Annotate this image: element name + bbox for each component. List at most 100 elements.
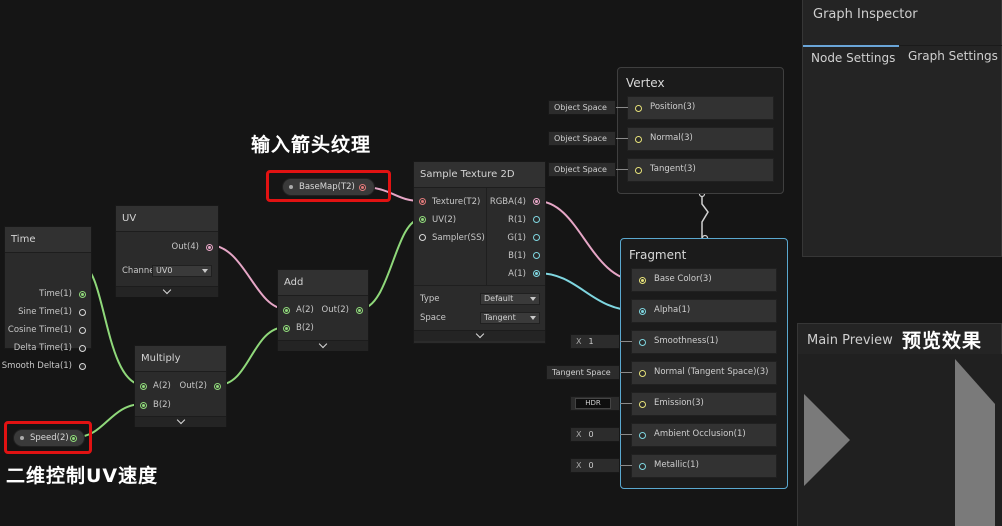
add-input-a-port[interactable] [283, 307, 290, 314]
normal-space-value-chip[interactable]: Tangent Space [546, 365, 620, 380]
alpha-input-port[interactable] [639, 308, 646, 315]
position-input-port[interactable] [635, 105, 642, 112]
sine-time-output-label: Sine Time(1) [18, 307, 72, 317]
uv-channel-label: Channe [122, 266, 155, 276]
tangent-input-port[interactable] [635, 167, 642, 174]
emission-input-port[interactable] [639, 401, 646, 408]
rgba-output-label: RGBA(4) [489, 197, 526, 207]
delta-time-output-port[interactable] [79, 345, 86, 352]
a-output-port[interactable] [533, 270, 540, 277]
wire-multiply-to-add-b [217, 326, 287, 386]
graph-inspector-panel[interactable]: Graph Inspector Node Settings Graph Sett… [802, 0, 1002, 257]
chevron-down-icon [318, 339, 328, 349]
fragment-metallic-block[interactable]: Metallic(1) [631, 454, 777, 478]
metallic-value-field[interactable]: X0 [570, 458, 620, 473]
smoothness-value-field[interactable]: X1 [570, 334, 620, 349]
metallic-input-port[interactable] [639, 463, 646, 470]
ao-input-port[interactable] [639, 432, 646, 439]
texture-input-port[interactable] [419, 198, 426, 205]
time-output-port[interactable] [79, 291, 86, 298]
fragment-ao-block[interactable]: Ambient Occlusion(1) [631, 423, 777, 447]
fragment-basecolor-block[interactable]: Base Color(3) [631, 268, 777, 292]
time-node[interactable]: Time Time(1) Sine Time(1) Cosine Time(1)… [2, 226, 92, 371]
normal-space-chip[interactable]: Object Space [548, 131, 616, 146]
normal-input-port[interactable] [635, 136, 642, 143]
fragment-alpha-block[interactable]: Alpha(1) [631, 299, 777, 323]
vertex-tangent-block[interactable]: Tangent(3) [627, 158, 774, 182]
add-expand-toggle[interactable] [278, 339, 368, 351]
add-node[interactable]: Add A(2) B(2) Out(2) [277, 269, 369, 351]
vertex-normal-block[interactable]: Normal(3) [627, 127, 774, 151]
b-output-label: B(1) [508, 251, 526, 261]
sample-texture-node[interactable]: Sample Texture 2D Texture(T2) UV(2) Samp… [413, 161, 546, 344]
type-dropdown[interactable]: Default [480, 293, 540, 305]
multiply-expand-toggle[interactable] [135, 415, 226, 427]
sampler-input-port[interactable] [419, 234, 426, 241]
uv-node[interactable]: UV Out(4) Channe UV0 [115, 205, 219, 297]
smooth-delta-output-port[interactable] [79, 363, 86, 370]
smoothness-label: Smoothness(1) [654, 336, 719, 346]
tab-node-settings[interactable]: Node Settings [803, 45, 899, 67]
vertex-title: Vertex [626, 76, 665, 90]
g-output-port[interactable] [533, 234, 540, 241]
add-output-port[interactable] [356, 307, 363, 314]
main-preview-panel[interactable]: Main Preview 预览效果 [797, 323, 1002, 526]
uv-input-port[interactable] [419, 216, 426, 223]
multiply-input-a-port[interactable] [140, 383, 147, 390]
cosine-time-output-port[interactable] [79, 327, 86, 334]
space-label: Space [420, 313, 446, 323]
uv-expand-toggle[interactable] [116, 285, 218, 297]
multiply-input-b-label: B(2) [153, 400, 171, 410]
fragment-emission-block[interactable]: Emission(3) [631, 392, 777, 416]
position-space-chip[interactable]: Object Space [548, 100, 616, 115]
normal-label: Normal(3) [650, 133, 693, 143]
b-output-port[interactable] [533, 252, 540, 259]
uv-channel-dropdown[interactable]: UV0 [152, 265, 212, 277]
basecolor-label: Base Color(3) [654, 274, 712, 284]
smoothness-x-label: X [576, 337, 582, 346]
fragment-smoothness-block[interactable]: Smoothness(1) [631, 330, 777, 354]
wire-vertex-to-fragment [701, 194, 709, 238]
uv-input-label: UV(2) [432, 215, 457, 225]
add-input-a-label: A(2) [296, 305, 314, 315]
time-node-title: Time [5, 227, 91, 253]
rgba-output-port[interactable] [533, 198, 540, 205]
metallic-label: Metallic(1) [654, 460, 699, 470]
ao-value-field[interactable]: X0 [570, 427, 620, 442]
speed-highlight-box [4, 421, 92, 454]
preview-viewport[interactable] [798, 354, 1002, 526]
fragment-normal-block[interactable]: Normal (Tangent Space)(3) [631, 361, 777, 385]
tangent-space-chip[interactable]: Object Space [548, 162, 616, 177]
type-label: Type [420, 294, 440, 304]
position-label: Position(3) [650, 102, 696, 112]
add-input-b-port[interactable] [283, 325, 290, 332]
r-output-port[interactable] [533, 216, 540, 223]
space-dropdown[interactable]: Tangent [480, 312, 540, 324]
wire-add-to-sample-uv [359, 218, 422, 310]
basecolor-input-port[interactable] [639, 277, 646, 284]
sample-texture-expand-toggle[interactable] [414, 329, 545, 341]
uv-output-label: Out(4) [171, 242, 199, 252]
emission-hdr-swatch: HDR [575, 398, 611, 409]
sampler-input-label: Sampler(SS) [432, 233, 485, 243]
multiply-input-b-port[interactable] [140, 402, 147, 409]
texture-input-annotation: 输入箭头纹理 [251, 134, 372, 156]
multiply-node[interactable]: Multiply A(2) B(2) Out(2) [134, 345, 227, 427]
chevron-down-icon [475, 329, 484, 339]
sine-time-output-port[interactable] [79, 309, 86, 316]
smoothness-input-port[interactable] [639, 339, 646, 346]
ao-label: Ambient Occlusion(1) [654, 429, 746, 439]
tangent-label: Tangent(3) [650, 164, 696, 174]
multiply-input-a-label: A(2) [153, 381, 171, 391]
multiply-output-port[interactable] [214, 383, 221, 390]
preview-effect-annotation: 预览效果 [902, 330, 983, 352]
vertex-position-block[interactable]: Position(3) [627, 96, 774, 120]
cosine-time-output-label: Cosine Time(1) [7, 325, 72, 335]
uv-output-port[interactable] [206, 244, 213, 251]
graph-inspector-title: Graph Inspector [813, 7, 918, 22]
smooth-delta-output-label: Smooth Delta(1) [1, 361, 72, 371]
tab-graph-settings[interactable]: Graph Settings [900, 45, 1002, 67]
emission-color-field[interactable]: HDR [570, 396, 620, 411]
normal-ts-input-port[interactable] [639, 370, 646, 377]
delta-time-output-label: Delta Time(1) [13, 343, 72, 353]
